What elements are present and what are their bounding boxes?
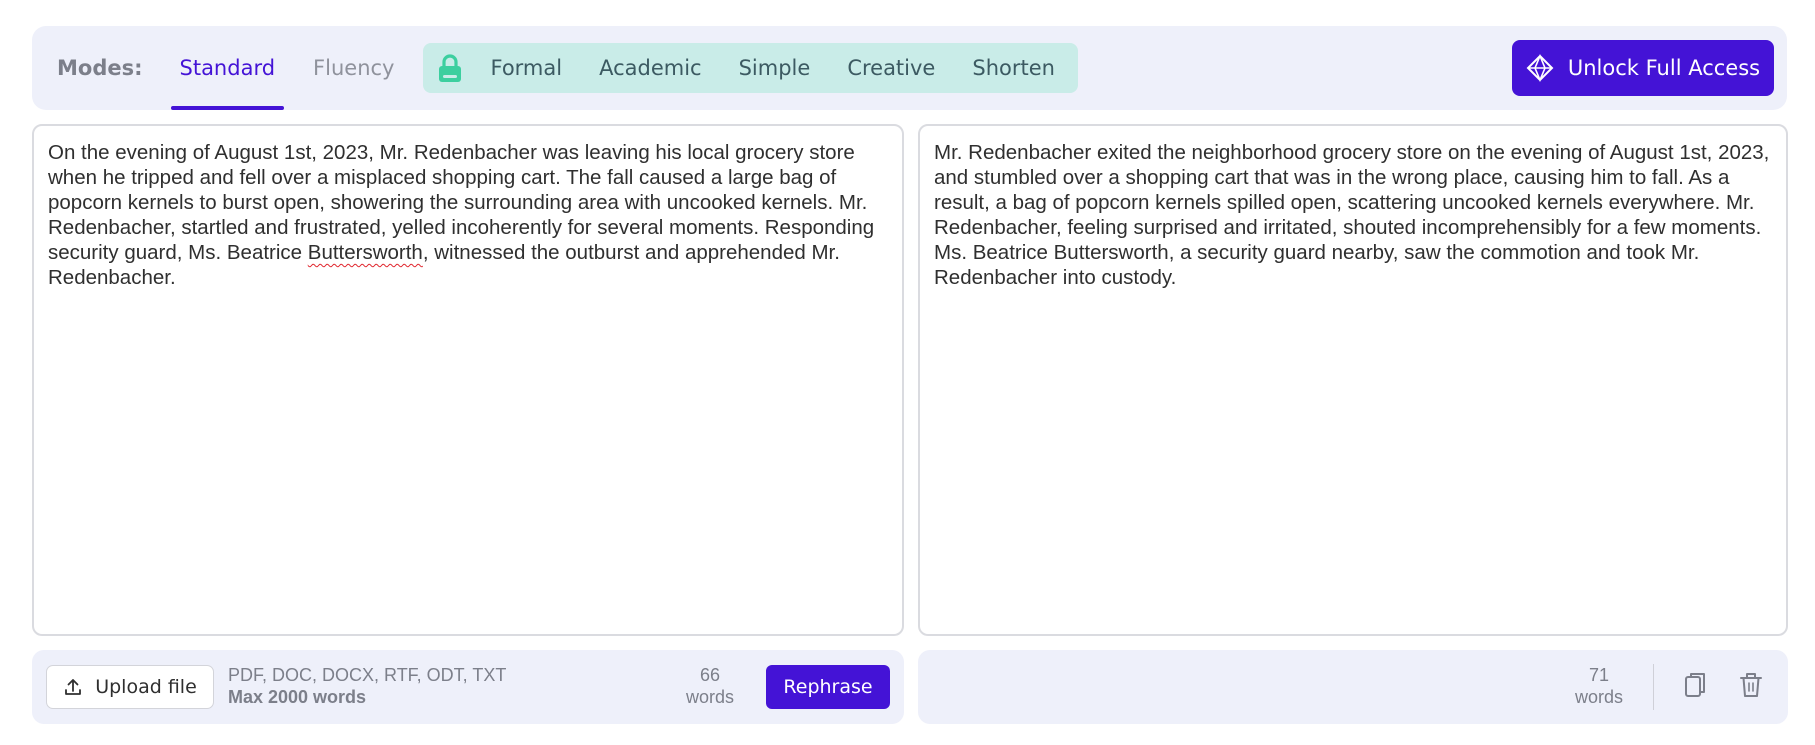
- unlock-label: Unlock Full Access: [1567, 56, 1761, 80]
- premium-modes-group: Formal Academic Simple Creative Shorten: [423, 43, 1078, 93]
- clear-button[interactable]: [1736, 672, 1766, 702]
- footer-divider: [1653, 664, 1654, 710]
- tab-standard-label: Standard: [179, 56, 276, 80]
- copy-icon: [1683, 671, 1707, 704]
- input-word-count: 66 words: [680, 664, 740, 708]
- tab-standard[interactable]: Standard: [170, 26, 284, 110]
- trash-icon: [1739, 671, 1763, 704]
- output-word-count-unit: words: [1574, 687, 1623, 707]
- output-text-area[interactable]: Mr. Redenbacher exited the neighborhood …: [918, 124, 1788, 636]
- tab-fluency[interactable]: Fluency: [313, 26, 394, 110]
- upload-icon: [63, 677, 83, 697]
- output-text: Mr. Redenbacher exited the neighborhood …: [934, 141, 1770, 289]
- tab-formal[interactable]: Formal: [490, 56, 562, 80]
- copy-button[interactable]: [1680, 672, 1710, 702]
- tab-academic[interactable]: Academic: [599, 56, 702, 80]
- tab-fluency-label: Fluency: [313, 56, 395, 80]
- diamond-icon: [1526, 54, 1554, 82]
- misspelled-word[interactable]: Buttersworth: [308, 241, 423, 264]
- tab-simple[interactable]: Simple: [739, 56, 811, 80]
- input-word-count-unit: words: [685, 687, 734, 707]
- tab-creative[interactable]: Creative: [847, 56, 935, 80]
- file-format-info: PDF, DOC, DOCX, RTF, ODT, TXT Max 2000 w…: [228, 664, 506, 708]
- lock-icon: [437, 53, 463, 83]
- input-footer: Upload file PDF, DOC, DOCX, RTF, ODT, TX…: [32, 650, 904, 724]
- input-word-count-value: 66: [699, 665, 721, 685]
- output-word-count-value: 71: [1588, 665, 1610, 685]
- tab-shorten[interactable]: Shorten: [972, 56, 1055, 80]
- upload-file-button[interactable]: Upload file: [46, 665, 214, 709]
- supported-formats: PDF, DOC, DOCX, RTF, ODT, TXT: [228, 665, 507, 685]
- output-word-count: 71 words: [1569, 664, 1629, 708]
- upload-label: Upload file: [95, 676, 197, 698]
- word-limit: Max 2000 words: [228, 687, 367, 707]
- rephrase-button[interactable]: Rephrase: [766, 665, 890, 709]
- paraphraser-app: Modes: Standard Fluency Formal Academic …: [0, 0, 1815, 745]
- mode-bar: Modes: Standard Fluency Formal Academic …: [32, 26, 1787, 110]
- input-text-area[interactable]: On the evening of August 1st, 2023, Mr. …: [32, 124, 904, 636]
- output-footer: 71 words: [918, 650, 1788, 724]
- unlock-full-access-button[interactable]: Unlock Full Access: [1512, 40, 1774, 96]
- modes-label: Modes:: [57, 56, 143, 80]
